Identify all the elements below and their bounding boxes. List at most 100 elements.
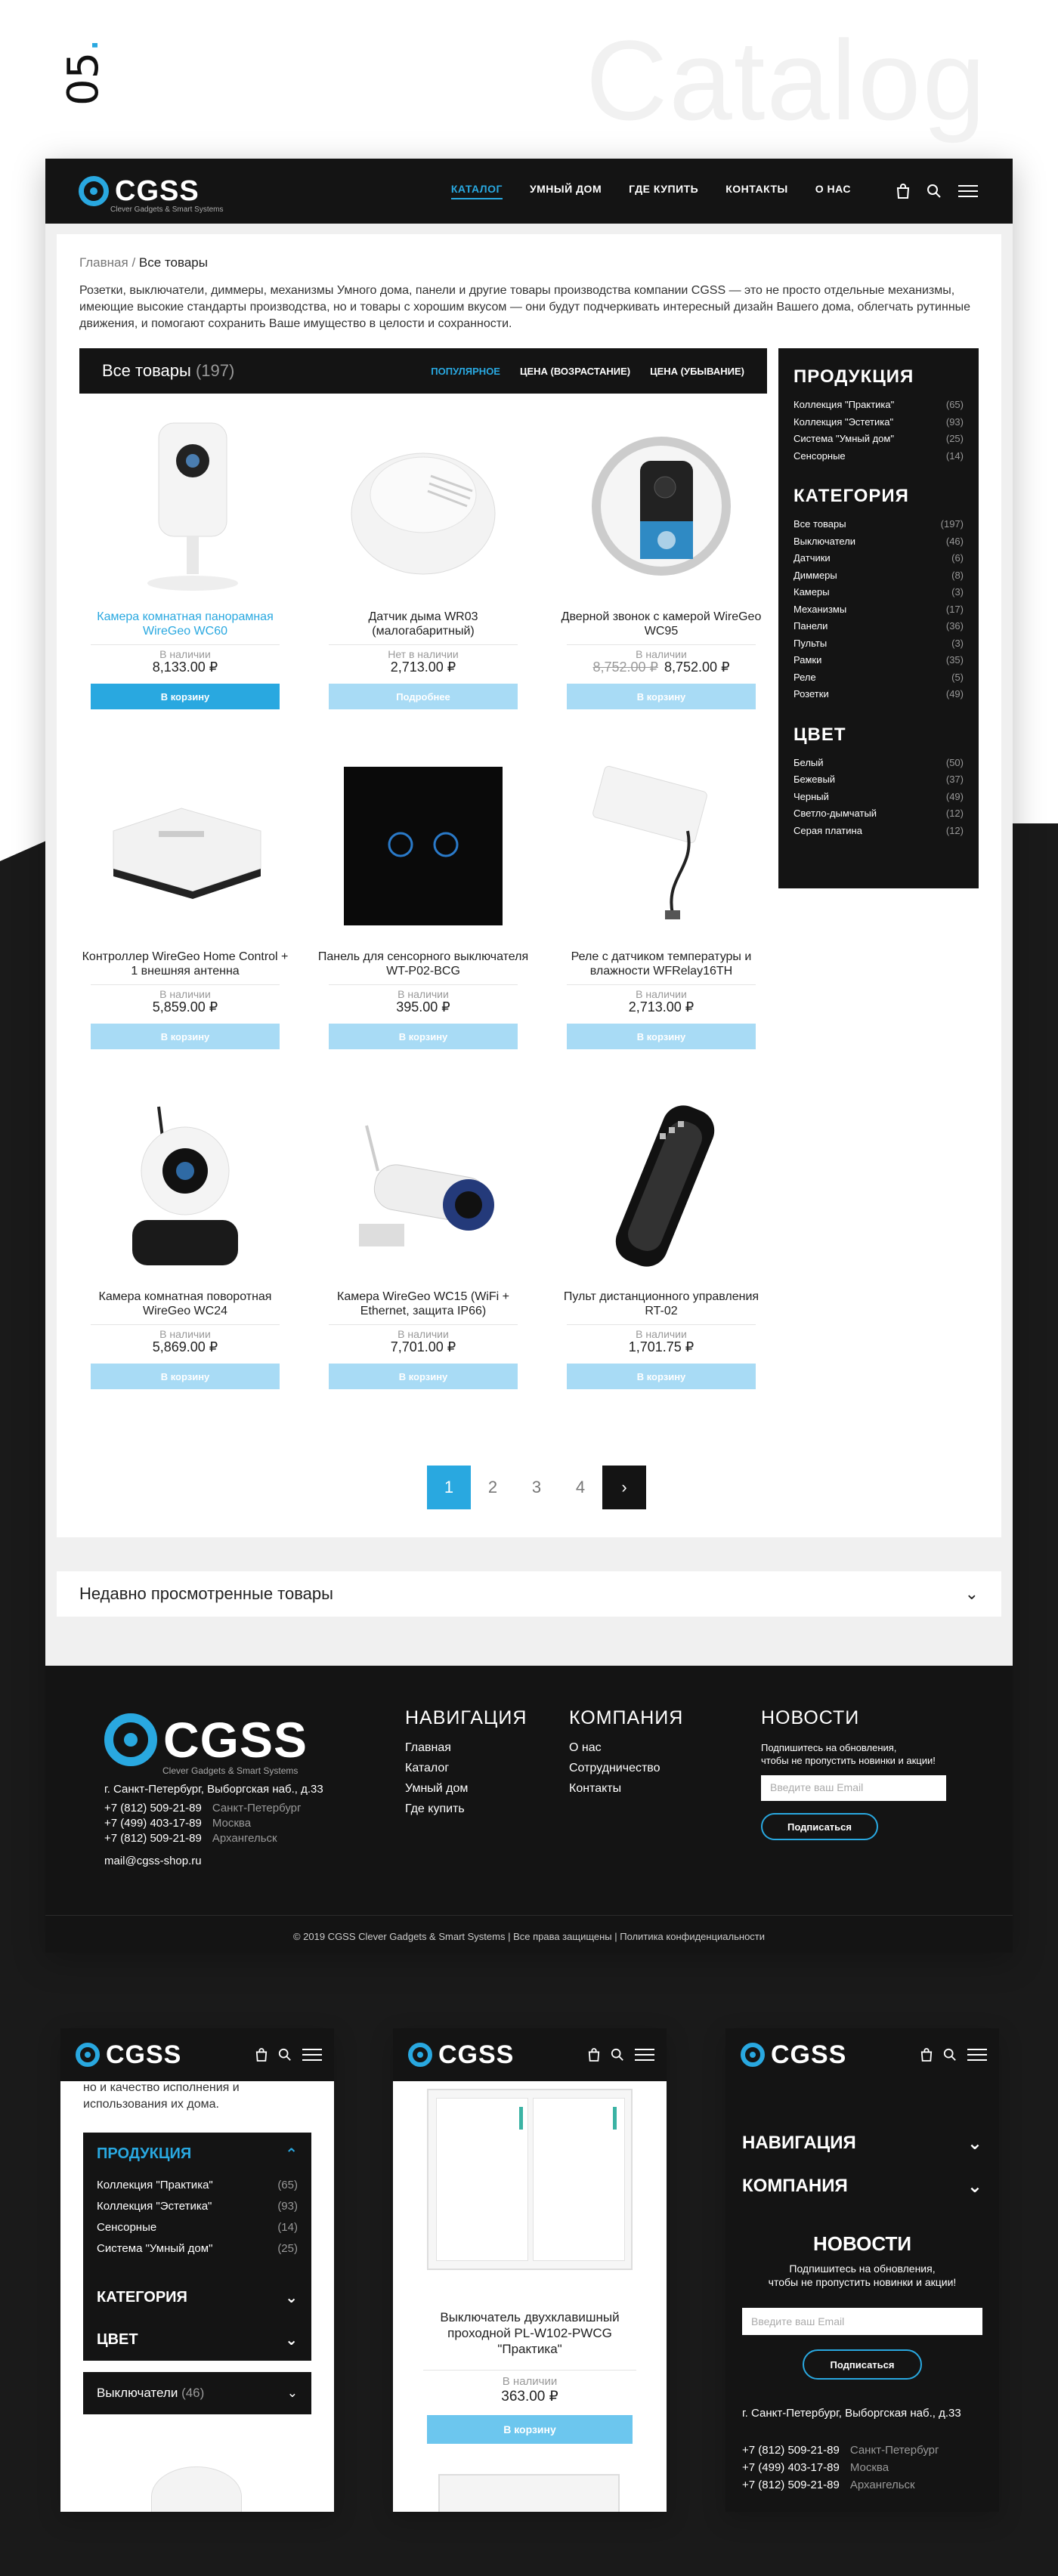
relay-icon[interactable] [567,752,756,941]
filter-item[interactable]: Сенсорные (14) [794,448,964,465]
product-card[interactable]: Реле с датчиком температуры и влажности … [555,744,767,1061]
filter-item[interactable]: Выключатели (46) [794,533,964,551]
add-to-cart-button[interactable]: В корзину [91,1024,280,1049]
chevron-down-icon[interactable]: ⌄ [965,1584,979,1604]
subscribe-button[interactable]: Подписаться [761,1813,878,1840]
product-card[interactable]: Камера комнатная панорамная WireGeo WC60… [79,404,291,721]
nav-about[interactable]: О НАС [815,183,851,199]
mobile-phone[interactable]: +7 (812) 509-21-89 Санкт-Петербург [742,2444,939,2457]
page-3[interactable]: 3 [515,1466,558,1509]
footer-phone[interactable]: +7 (812) 509-21-89 Санкт-Петербург [104,1802,302,1815]
footer-link[interactable]: Умный дом [405,1782,468,1796]
chevron-down-icon[interactable]: ⌄ [967,2133,982,2154]
add-to-cart-button[interactable]: В корзину [91,1364,280,1389]
footer-link[interactable]: Где купить [405,1802,465,1816]
add-to-cart-button[interactable]: В корзину [329,1364,518,1389]
menu-icon[interactable] [958,181,978,201]
chevron-down-icon[interactable]: ⌄ [287,2386,298,2401]
sort-price-asc[interactable]: ЦЕНА (ВОЗРАСТАНИЕ) [520,366,630,377]
product-card[interactable]: Дверной звонок с камерой WireGeo WC95 В … [555,404,767,721]
smoke-detector-icon[interactable] [329,412,518,601]
filter-item[interactable]: Коллекция "Эстетика" (93) [794,414,964,431]
menu-icon[interactable] [635,2045,654,2065]
mobile-filter-color[interactable]: ЦВЕТ ⌄ [83,2318,311,2361]
controller-icon[interactable] [91,752,280,941]
search-icon[interactable] [943,2048,957,2062]
filter-item[interactable]: Коллекция "Эстетика" (93) [97,2196,298,2217]
nav-catalog[interactable]: КАТАЛОГ [450,183,503,199]
footer-link[interactable]: Главная [405,1741,451,1755]
chevron-up-icon[interactable]: ⌃ [285,2145,298,2164]
add-to-cart-button[interactable]: В корзину [567,1024,756,1049]
remote-icon[interactable] [567,1092,756,1280]
add-to-cart-button[interactable]: В корзину [91,684,280,709]
product-name[interactable]: Контроллер WireGeo Home Control + 1 внеш… [79,950,291,978]
chevron-down-icon[interactable]: ⌄ [285,2288,298,2307]
filter-item[interactable]: Диммеры (8) [794,567,964,585]
filter-item[interactable]: Розетки (49) [794,686,964,703]
recently-viewed[interactable]: Недавно просмотренные товары ⌄ [57,1571,1001,1617]
footer-phone[interactable]: +7 (499) 403-17-89 Москва [104,1817,251,1830]
filter-item[interactable]: Пульты (3) [794,635,964,653]
doorbell-icon[interactable] [567,412,756,601]
product-name[interactable]: Пульт дистанционного управления RT-02 [555,1290,767,1318]
email-input[interactable]: Введите ваш Email [742,2308,982,2335]
nav-contacts[interactable]: КОНТАКТЫ [725,183,787,199]
search-icon[interactable] [278,2048,292,2062]
product-name[interactable]: Камера комнатная панорамная WireGeo WC60 [79,610,291,638]
filter-item[interactable]: Белый (50) [794,755,964,772]
mobile-phone[interactable]: +7 (499) 403-17-89 Москва [742,2461,889,2474]
next-page-button[interactable]: › [602,1466,646,1509]
filter-item[interactable]: Серая платина (12) [794,823,964,840]
nav-where-buy[interactable]: ГДЕ КУПИТЬ [629,183,698,199]
menu-icon[interactable] [302,2045,322,2065]
product-card[interactable]: Датчик дыма WR03 (малогабаритный) Нет в … [317,404,529,721]
mobile-phone[interactable]: +7 (812) 509-21-89 Архангельск [742,2479,915,2491]
product-name[interactable]: Выключатель двухклавишный проходной PL-W… [423,2309,636,2357]
filter-item[interactable]: Коллекция "Практика" (65) [97,2175,298,2196]
product-name[interactable]: Реле с датчиком температуры и влажности … [555,950,767,978]
logo[interactable]: CGSS Clever Gadgets & Smart Systems [79,175,224,214]
filter-item[interactable]: Датчики (6) [794,550,964,567]
filter-item[interactable]: Рамки (35) [794,652,964,669]
ptz-camera-icon[interactable] [91,1092,280,1280]
sort-price-desc[interactable]: ЦЕНА (УБЫВАНИЕ) [650,366,744,377]
product-card[interactable]: Камера WireGeo WC15 (WiFi + Ethernet, за… [317,1084,529,1401]
add-to-cart-button[interactable]: В корзину [427,2415,633,2444]
logo[interactable]: CGSS [741,2040,846,2070]
mobile-filter-category[interactable]: КАТЕГОРИЯ ⌄ [83,2276,311,2318]
product-name[interactable]: Датчик дыма WR03 (малогабаритный) [317,610,529,638]
nav-smart-home[interactable]: УМНЫЙ ДОМ [530,183,602,199]
add-to-cart-button[interactable]: В корзину [329,1024,518,1049]
chevron-down-icon[interactable]: ⌄ [967,2176,982,2198]
breadcrumb-home[interactable]: Главная [79,255,128,270]
product-name[interactable]: Камера WireGeo WC15 (WiFi + Ethernet, за… [317,1290,529,1318]
filter-item[interactable]: Черный (49) [794,789,964,806]
filter-item[interactable]: Реле (5) [794,669,964,687]
page-2[interactable]: 2 [471,1466,515,1509]
filter-item[interactable]: Панели (36) [794,618,964,635]
menu-icon[interactable] [967,2045,987,2065]
footer-link[interactable]: О нас [569,1741,602,1755]
add-to-cart-button[interactable]: В корзину [567,1364,756,1389]
product-name[interactable]: Панель для сенсорного выключателя WT-P02… [317,950,529,978]
details-button[interactable]: Подробнее [329,684,518,709]
footer-phone[interactable]: +7 (812) 509-21-89 Архангельск [104,1832,277,1845]
filter-item[interactable]: Коллекция "Практика" (65) [794,397,964,414]
product-card[interactable]: Панель для сенсорного выключателя WT-P02… [317,744,529,1061]
add-to-cart-button[interactable]: В корзину [567,684,756,709]
sort-popular[interactable]: ПОПУЛЯРНОЕ [431,366,500,377]
filter-item[interactable]: Система "Умный дом" (25) [97,2238,298,2259]
product-card[interactable]: Камера комнатная поворотная WireGeo WC24… [79,1084,291,1401]
cart-icon[interactable] [588,2048,600,2062]
page-4[interactable]: 4 [558,1466,602,1509]
touch-panel-icon[interactable] [329,752,518,941]
mobile-footer-company[interactable]: КОМПАНИЯ ⌄ [742,2176,982,2198]
logo[interactable]: CGSS [408,2040,514,2070]
search-icon[interactable] [611,2048,624,2062]
subscribe-button[interactable]: Подписаться [803,2349,922,2380]
filter-item[interactable]: Механизмы (17) [794,601,964,619]
page-1[interactable]: 1 [427,1466,471,1509]
logo[interactable]: CGSS [76,2040,181,2070]
cart-icon[interactable] [896,184,910,199]
